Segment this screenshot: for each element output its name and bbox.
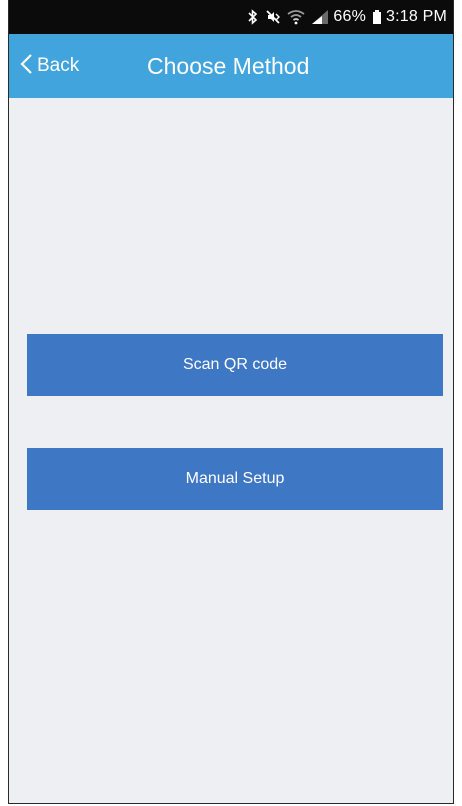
battery-percent: 66% <box>333 8 366 25</box>
chevron-left-icon <box>19 53 33 80</box>
phone-screen: 66% 3:18 PM Back Choose Method Scan QR c… <box>8 0 454 804</box>
nav-bar: Back Choose Method <box>9 34 453 98</box>
status-bar: 66% 3:18 PM <box>9 0 453 34</box>
signal-icon <box>311 9 329 25</box>
battery-icon <box>372 9 382 25</box>
bluetooth-icon <box>247 9 259 25</box>
status-time: 3:18 PM <box>386 8 447 25</box>
manual-setup-button[interactable]: Manual Setup <box>27 448 443 510</box>
scan-qr-code-button[interactable]: Scan QR code <box>27 334 443 396</box>
page-title: Choose Method <box>147 53 310 79</box>
back-label: Back <box>37 55 80 76</box>
wifi-icon <box>287 9 305 25</box>
back-button[interactable]: Back <box>19 34 79 98</box>
mute-icon <box>265 9 281 25</box>
